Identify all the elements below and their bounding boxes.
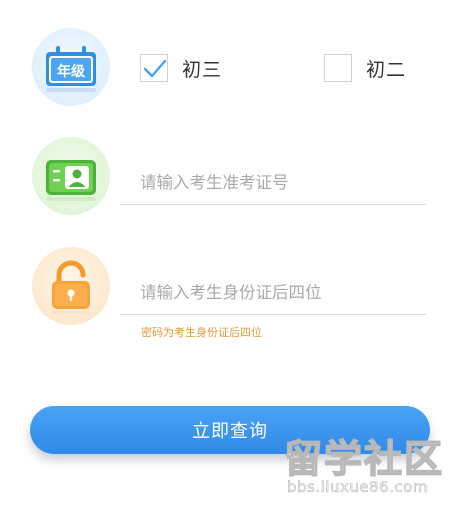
id-last-four-field[interactable] <box>120 270 426 315</box>
grade-icon-label: 年级 <box>57 63 86 80</box>
id-last-four-input[interactable] <box>120 270 426 314</box>
password-hint: 密码为考生身份证后四位 <box>141 326 262 339</box>
exam-number-field[interactable] <box>120 160 426 205</box>
check-icon <box>143 59 167 78</box>
checkbox-second[interactable] <box>324 54 352 82</box>
watermark-url: bbs.liuxue86.com <box>287 478 428 497</box>
grade-option-third[interactable]: 初三 <box>140 52 222 84</box>
grade-label-third: 初三 <box>182 58 223 81</box>
exam-number-input[interactable] <box>120 160 426 204</box>
student-id-card-icon <box>32 137 110 215</box>
grade-calendar-icon: 年级 <box>32 28 110 106</box>
grade-option-second[interactable]: 初二 <box>324 52 406 84</box>
checkbox-third[interactable] <box>140 54 168 82</box>
padlock-icon <box>32 247 110 325</box>
grade-label-second: 初二 <box>366 58 407 81</box>
exam-query-form: 年级 初三 初二 请输入考生准考证号 密码为考生身份证后四位 立即查询 留学社区… <box>0 0 452 508</box>
watermark-logo-text: 留学社区 <box>283 437 445 481</box>
